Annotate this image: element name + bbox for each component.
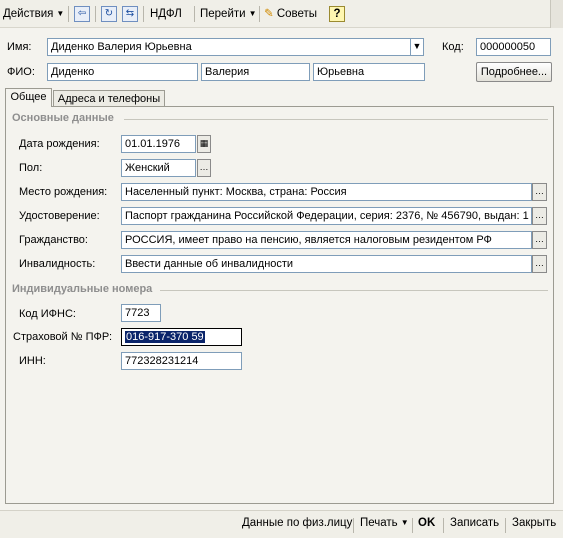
pfr-field[interactable]: 016-917-370 59 <box>121 328 242 346</box>
window-edge <box>550 0 563 28</box>
inn-field[interactable]: 772328231214 <box>121 352 242 370</box>
id-doc-label: Удостоверение: <box>19 210 100 222</box>
lightbulb-icon: ✎ <box>264 8 274 20</box>
toolbar-separator <box>95 6 96 22</box>
goto-menu[interactable]: Перейти ▼ <box>200 4 257 24</box>
back-arrow-icon[interactable]: ⇦ <box>74 6 90 22</box>
tab-joint <box>6 105 51 107</box>
first-name-field[interactable]: Валерия <box>201 63 310 81</box>
ellipsis-icon[interactable]: … <box>532 183 547 201</box>
name-field[interactable]: Диденко Валерия Юрьевна <box>47 38 411 56</box>
ok-button[interactable]: OK <box>418 517 435 529</box>
code-label: Код: <box>442 41 464 53</box>
ellipsis-icon[interactable]: … <box>532 255 547 273</box>
tips-button[interactable]: ✎ Советы <box>264 4 317 24</box>
middle-name-field[interactable]: Юрьевна <box>313 63 425 81</box>
code-field[interactable]: 000000050 <box>476 38 551 56</box>
ndfl-button[interactable]: НДФЛ <box>150 4 182 24</box>
pfr-value: 016-917-370 59 <box>125 331 205 343</box>
id-doc-field[interactable]: Паспорт гражданина Российской Федерации,… <box>121 207 532 225</box>
footer-separator <box>443 518 444 533</box>
calendar-icon[interactable]: ▦ <box>197 135 211 153</box>
help-button[interactable]: ? <box>329 6 345 22</box>
toolbar-separator <box>259 6 260 22</box>
name-label: Имя: <box>7 41 32 53</box>
chevron-down-icon: ▼ <box>56 9 65 18</box>
structure-icon[interactable]: ⇆ <box>122 6 138 22</box>
ellipsis-icon[interactable]: … <box>197 159 211 177</box>
general-panel <box>5 106 554 504</box>
actions-menu-label: Действия <box>3 8 54 20</box>
chevron-down-icon: ▼ <box>248 9 257 18</box>
last-name-field[interactable]: Диденко <box>47 63 198 81</box>
footer-separator <box>412 518 413 533</box>
ellipsis-icon[interactable]: … <box>532 231 547 249</box>
footer-separator <box>353 518 354 533</box>
toolbar-separator <box>194 6 195 22</box>
ifns-field[interactable]: 7723 <box>121 304 161 322</box>
print-label: Печать <box>360 517 398 529</box>
refresh-icon[interactable]: ↻ <box>101 6 117 22</box>
birth-date-label: Дата рождения: <box>19 138 100 150</box>
person-data-button[interactable]: Данные по физ.лицу <box>242 517 352 529</box>
birthplace-label: Место рождения: <box>19 186 108 198</box>
save-button[interactable]: Записать <box>450 517 499 529</box>
numbers-title: Индивидуальные номера <box>12 283 153 295</box>
chevron-down-icon: ▼ <box>400 518 409 527</box>
group-divider <box>124 119 548 120</box>
actions-menu[interactable]: Действия ▼ <box>3 4 64 24</box>
citizenship-field[interactable]: РОССИЯ, имеет право на пенсию, является … <box>121 231 532 249</box>
birth-date-field[interactable]: 01.01.1976 <box>121 135 196 153</box>
tips-label: Советы <box>276 8 318 20</box>
fio-label: ФИО: <box>7 66 35 78</box>
toolbar: Действия ▼ ⇦ ↻ ⇆ НДФЛ Перейти ▼ ✎ Советы ? <box>0 0 563 28</box>
tab-addresses[interactable]: Адреса и телефоны <box>53 90 165 106</box>
birthplace-field[interactable]: Населенный пункт: Москва, страна: Россия <box>121 183 532 201</box>
gender-label: Пол: <box>19 162 43 174</box>
citizenship-label: Гражданство: <box>19 234 88 246</box>
basic-data-title: Основные данные <box>12 112 114 124</box>
toolbar-separator <box>143 6 144 22</box>
footer-separator <box>505 518 506 533</box>
footer-bar: Данные по физ.лицу Печать ▼ OK Записать З… <box>0 510 563 538</box>
ifns-label: Код ИФНС: <box>19 308 76 320</box>
name-dropdown-icon[interactable]: ▼ <box>410 38 424 56</box>
group-divider <box>160 290 548 291</box>
goto-menu-label: Перейти <box>200 8 246 20</box>
ellipsis-icon[interactable]: … <box>532 207 547 225</box>
pfr-label: Страховой № ПФР: <box>13 331 113 343</box>
print-menu[interactable]: Печать ▼ <box>360 517 409 529</box>
details-button[interactable]: Подробнее... <box>476 62 552 82</box>
inn-label: ИНН: <box>19 355 46 367</box>
close-button[interactable]: Закрыть <box>512 517 556 529</box>
gender-field[interactable]: Женский <box>121 159 196 177</box>
disability-label: Инвалидность: <box>19 258 96 270</box>
disability-field[interactable]: Ввести данные об инвалидности <box>121 255 532 273</box>
toolbar-separator <box>68 6 69 22</box>
